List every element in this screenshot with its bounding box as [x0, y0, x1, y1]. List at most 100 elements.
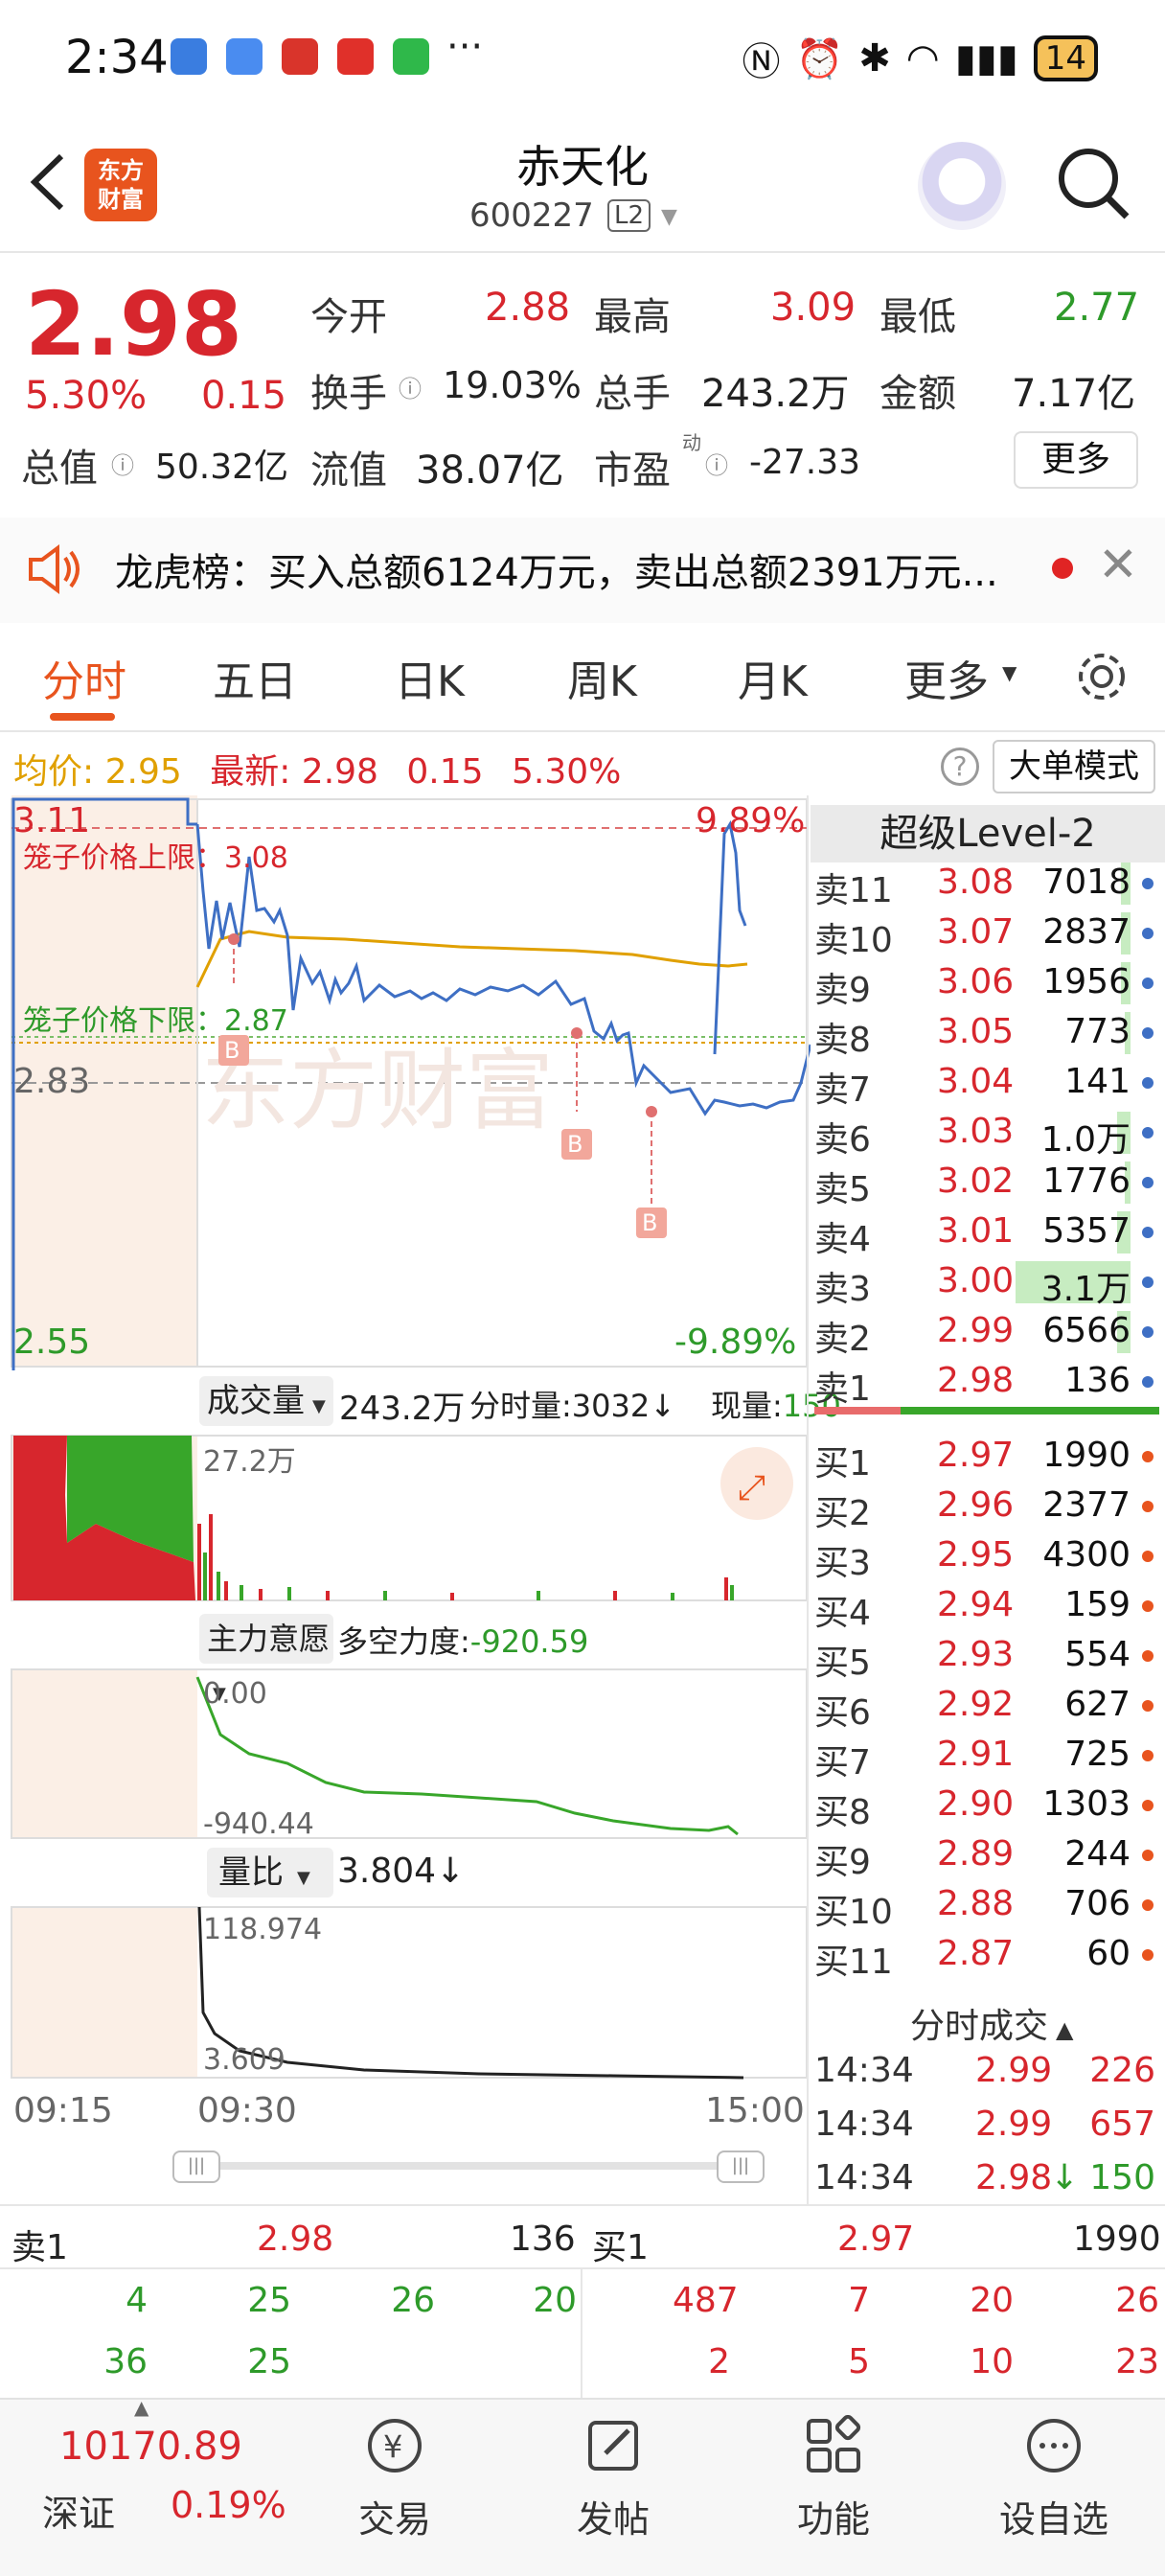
- bids-row[interactable]: 买8 2.90 1303: [814, 1781, 1159, 1832]
- settings-icon[interactable]: [1073, 648, 1131, 709]
- bids-row[interactable]: 买6 2.92 627: [814, 1681, 1159, 1733]
- turnover-label: 换手: [310, 372, 387, 416]
- mktcap-label: 总值: [21, 447, 98, 491]
- asks-label: 卖10: [814, 921, 893, 960]
- asks-row[interactable]: 卖9 3.06 1956: [814, 958, 1159, 1010]
- index-name[interactable]: 深证: [42, 2484, 115, 2537]
- level2-title[interactable]: 超级Level-2: [811, 805, 1165, 862]
- time-open: 09:30: [197, 2091, 297, 2130]
- bids-row[interactable]: 买4 2.94 159: [814, 1581, 1159, 1633]
- nav-post[interactable]: 发帖: [527, 2415, 699, 2542]
- index-value[interactable]: 10170.89: [59, 2425, 242, 2469]
- order-dot-icon: [1142, 1899, 1154, 1911]
- more-notifications-icon: ···: [446, 25, 484, 69]
- level2-badge[interactable]: L2: [607, 199, 651, 232]
- bids-row[interactable]: 买3 2.95 4300: [814, 1531, 1159, 1583]
- tab-more[interactable]: 更多: [904, 647, 989, 708]
- help-icon[interactable]: ?: [941, 748, 979, 786]
- asks-label: 卖3: [814, 1270, 871, 1309]
- ratio-selector[interactable]: 量比 ▼: [207, 1848, 333, 1898]
- ticks-title[interactable]: 分时成交 ▲: [910, 1998, 1073, 2048]
- tab-five-day[interactable]: 五日: [213, 647, 297, 708]
- asks-row[interactable]: 卖8 3.05 773: [814, 1008, 1159, 1060]
- assistant-robot-icon[interactable]: [918, 142, 1006, 230]
- search-button[interactable]: [1054, 144, 1132, 222]
- info-icon[interactable]: ⓘ: [399, 370, 422, 403]
- bids-row[interactable]: 买7 2.91 725: [814, 1731, 1159, 1782]
- buy-marker[interactable]: B: [642, 1209, 657, 1236]
- asks-row[interactable]: 卖7 3.04 141: [814, 1058, 1159, 1110]
- chevron-down-icon[interactable]: ▼: [1002, 661, 1017, 684]
- bids-row[interactable]: 买1 2.97 1990: [814, 1432, 1159, 1484]
- volume-selector[interactable]: 成交量 ▼: [199, 1376, 333, 1426]
- nav-functions[interactable]: 功能: [747, 2415, 920, 2542]
- asks-row[interactable]: 卖4 3.01 5357: [814, 1208, 1159, 1259]
- range-handle-left[interactable]: |||: [172, 2150, 220, 2183]
- stock-code[interactable]: 600227: [469, 196, 594, 235]
- order-dot-icon: [1142, 1227, 1154, 1238]
- bids-volume: 4300: [1042, 1535, 1131, 1575]
- bids-label: 买8: [814, 1793, 871, 1832]
- bottom-cell: 25: [247, 2281, 291, 2320]
- asks-price: 3.04: [937, 1062, 1015, 1101]
- latest-value: 2.98: [301, 752, 378, 792]
- notice-text[interactable]: 龙虎榜：买入总额6124万元，卖出总额2391万元...: [115, 541, 998, 597]
- close-icon[interactable]: ✕: [1098, 537, 1138, 592]
- range-slider-track[interactable]: [186, 2162, 761, 2170]
- tab-weekly-k[interactable]: 周K: [567, 647, 637, 708]
- nav-add-watchlist[interactable]: 设自选: [968, 2415, 1140, 2542]
- order-ratio-bar: [814, 1407, 1159, 1414]
- force-value: -920.59: [469, 1623, 589, 1660]
- info-icon[interactable]: ⓘ: [705, 447, 728, 480]
- bids-volume: 1303: [1042, 1784, 1131, 1824]
- order-dot-icon: [1142, 1177, 1154, 1188]
- bids-row[interactable]: 买9 2.89 244: [814, 1830, 1159, 1882]
- asks-row[interactable]: 卖5 3.02 1776: [814, 1158, 1159, 1209]
- more-button[interactable]: 更多: [1014, 431, 1138, 489]
- tab-intraday[interactable]: 分时: [42, 647, 126, 708]
- bids-row[interactable]: 买2 2.96 2377: [814, 1482, 1159, 1533]
- low-label: 最低: [879, 295, 956, 339]
- bids-label: 买2: [814, 1494, 871, 1533]
- caret-up-icon: ▲: [134, 2396, 149, 2419]
- info-icon[interactable]: ⓘ: [111, 447, 134, 480]
- asks-volume: 5357: [1042, 1211, 1131, 1251]
- bids-row[interactable]: 买11 2.87 60: [814, 1930, 1159, 1982]
- buy-marker[interactable]: B: [224, 1037, 240, 1064]
- tab-daily-k[interactable]: 日K: [395, 647, 465, 708]
- main-force-selector[interactable]: 主力意愿▼: [199, 1614, 333, 1704]
- app-icon: [226, 38, 263, 75]
- pe-label: 市盈: [594, 448, 671, 493]
- bottom-sell-volume: 136: [510, 2220, 576, 2259]
- cage-upper-label: 笼子价格上限：3.08: [23, 841, 288, 875]
- order-dot-icon: [1142, 1551, 1154, 1562]
- order-dot-icon: [1142, 1027, 1154, 1039]
- amount-value: 7.17亿: [1012, 372, 1136, 416]
- order-dot-icon: [1142, 1501, 1154, 1512]
- amount-label: 金额: [879, 372, 956, 416]
- big-order-mode-button[interactable]: 大单模式: [993, 740, 1155, 794]
- asks-row[interactable]: 卖3 3.00 3.1万: [814, 1257, 1159, 1309]
- edit-icon: [588, 2421, 638, 2471]
- buy-marker[interactable]: B: [567, 1131, 582, 1158]
- ticks-title-label: 分时成交: [910, 2007, 1049, 2046]
- asks-row[interactable]: 卖2 2.99 6566: [814, 1307, 1159, 1359]
- nav-add-watchlist-label: 设自选: [998, 2498, 1108, 2541]
- range-handle-right[interactable]: |||: [717, 2150, 765, 2183]
- bids-price: 2.89: [937, 1834, 1015, 1874]
- asks-row[interactable]: 卖11 3.08 7018: [814, 859, 1159, 910]
- tab-monthly-k[interactable]: 月K: [738, 647, 808, 708]
- bids-label: 买9: [814, 1843, 871, 1882]
- asks-row[interactable]: 卖10 3.07 2837: [814, 908, 1159, 960]
- bottom-cell: 487: [673, 2281, 739, 2320]
- tick-time: 14:34: [814, 2104, 914, 2144]
- index-pct[interactable]: 0.19%: [171, 2484, 286, 2526]
- bids-row[interactable]: 买5 2.93 554: [814, 1631, 1159, 1683]
- asks-row[interactable]: 卖1 2.98 136: [814, 1357, 1159, 1409]
- order-dot-icon: [1142, 1127, 1154, 1138]
- nav-trade[interactable]: ¥ 交易: [308, 2415, 481, 2542]
- bids-row[interactable]: 买10 2.88 706: [814, 1880, 1159, 1932]
- asks-row[interactable]: 卖6 3.03 1.0万: [814, 1108, 1159, 1160]
- chevron-down-icon[interactable]: ▼: [661, 205, 677, 229]
- open-label: 今开: [310, 295, 387, 339]
